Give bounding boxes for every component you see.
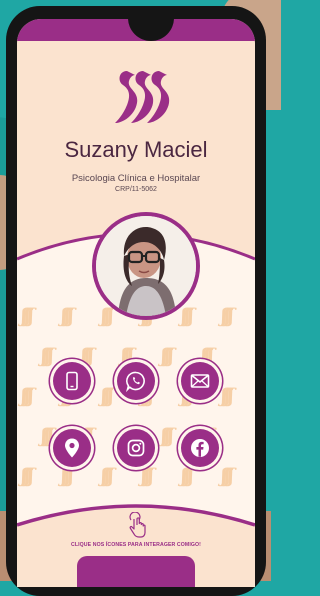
whatsapp-icon — [126, 371, 145, 392]
instagram-icon — [127, 439, 145, 457]
tap-hand-icon — [129, 512, 146, 538]
profile-registration: CRP/11-5062 — [115, 186, 157, 193]
avatar — [96, 216, 196, 316]
email-icon — [190, 374, 210, 388]
phone-icon — [66, 371, 78, 391]
phone-screen: Suzany Maciel Psicologia Clínica e Hospi… — [17, 19, 255, 587]
whatsapp-button[interactable] — [117, 362, 155, 400]
location-pin-icon — [65, 438, 79, 458]
instagram-button[interactable] — [117, 429, 155, 467]
profile-name: Suzany Maciel — [64, 137, 208, 162]
bottom-tab — [77, 556, 195, 587]
phone-button[interactable] — [53, 362, 91, 400]
cta-text: CLIQUE NOS ÍCONES PARA INTERAGER COMIGO! — [71, 542, 201, 548]
facebook-icon — [191, 439, 209, 457]
brand-logo — [115, 71, 170, 123]
profile-subtitle: Psicologia Clínica e Hospitalar — [71, 173, 201, 184]
location-button[interactable] — [53, 429, 91, 467]
email-button[interactable] — [181, 362, 219, 400]
facebook-button[interactable] — [181, 429, 219, 467]
phone-frame: Suzany Maciel Psicologia Clínica e Hospi… — [6, 6, 266, 596]
